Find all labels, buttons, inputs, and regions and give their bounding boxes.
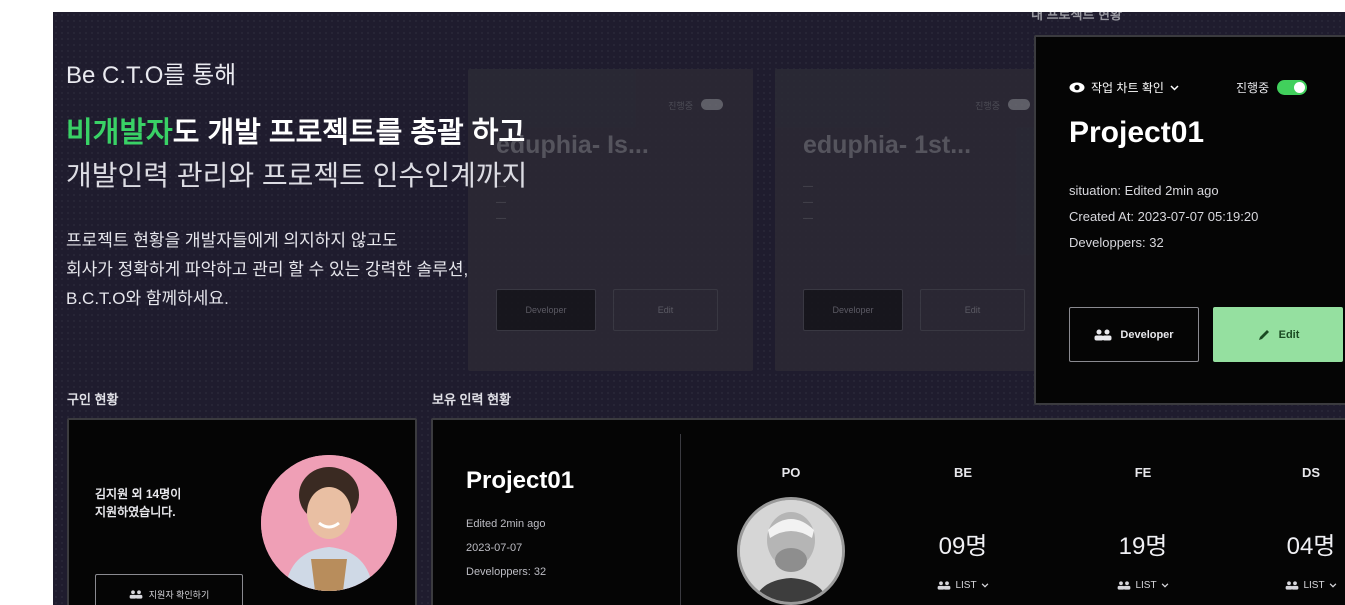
- project-meta: situation: Edited 2min ago Created At: 2…: [1069, 178, 1258, 256]
- ghost-toggle: [1008, 99, 1030, 110]
- hero-description: 프로젝트 현황을 개발자들에게 의지하지 않고도 회사가 정확하게 파악하고 관…: [66, 226, 468, 313]
- project-title: Project01: [1069, 116, 1205, 149]
- role-head-be: BE: [953, 465, 973, 480]
- toggle-switch[interactable]: [1277, 80, 1308, 95]
- recruit-card: 김지원 외 14명이 지원하였습니다. 지원자 확인하기: [67, 418, 417, 605]
- eye-icon: [1069, 82, 1085, 93]
- ds-list-dropdown[interactable]: LIST: [1261, 580, 1345, 591]
- people-icon: [1286, 581, 1299, 590]
- landing-hero: 진행중 eduphia- Is... — — — Developer Edit 진행…: [53, 12, 1345, 605]
- role-head-po: PO: [781, 465, 801, 480]
- ds-count: 04명: [1286, 533, 1336, 560]
- staff-project-meta: Edited 2min ago 2023-07-07 Developpers: …: [466, 512, 546, 584]
- staff-divider: [680, 434, 681, 605]
- view-chart-toggle[interactable]: 작업 차트 확인: [1069, 79, 1179, 96]
- developer-button[interactable]: Developer: [1069, 307, 1199, 362]
- ghost-card-title: eduphia- 1st...: [803, 131, 972, 159]
- check-applicants-label: 지원자 확인하기: [148, 589, 210, 600]
- project-panel-label: 내 프로젝트 현황: [1031, 12, 1122, 22]
- person-photo-icon: [261, 455, 397, 591]
- chevron-down-icon: [1170, 84, 1179, 91]
- people-icon: [1118, 581, 1131, 590]
- role-head-ds: DS: [1301, 465, 1321, 480]
- pencil-icon: [1258, 329, 1269, 340]
- hero-title-rest: 도 개발 프로젝트를 총괄 하고: [172, 117, 526, 149]
- hero-second-line: 개발인력 관리와 프로젝트 인수인계까지: [66, 160, 528, 191]
- ghost-edit-button: Edit: [920, 289, 1025, 331]
- fe-list-dropdown[interactable]: LIST: [1093, 580, 1193, 591]
- fe-list-label: LIST: [1135, 580, 1157, 591]
- ghost-developer-button: Developer: [496, 289, 596, 331]
- po-avatar: [737, 497, 845, 605]
- people-icon: [938, 581, 951, 590]
- staff-edited: Edited 2min ago: [466, 518, 546, 530]
- hero-desc-line: B.C.T.O와 함께하세요.: [66, 289, 229, 308]
- ghost-project-card: 진행중 eduphia- 1st... — — — Developer Edit: [775, 69, 1060, 371]
- chevron-down-icon: [1161, 583, 1168, 588]
- edit-button[interactable]: Edit: [1213, 307, 1343, 362]
- staff-developers: Developpers: 32: [466, 566, 547, 578]
- hero-subtitle: Be C.T.O를 통해: [66, 62, 237, 89]
- ghost-status-label: 진행중: [975, 101, 1000, 111]
- role-head-fe: FE: [1134, 465, 1152, 480]
- applicant-avatar: [261, 455, 397, 591]
- person-photo-icon: [740, 500, 842, 602]
- chevron-down-icon: [981, 583, 988, 588]
- fe-count: 19명: [1118, 533, 1168, 560]
- project-card: 작업 차트 확인 진행중 Project01 situation: Edited…: [1034, 35, 1345, 405]
- staff-section-label: 보유 인력 현황: [432, 392, 511, 407]
- be-list-label: LIST: [955, 580, 977, 591]
- be-list-dropdown[interactable]: LIST: [913, 580, 1013, 591]
- ghost-status-label: 진행중: [668, 101, 693, 111]
- hero-title-accent: 비개발자: [66, 117, 173, 149]
- recruit-line: 김지원 외 14명이: [95, 487, 182, 501]
- staff-card: Project01 Edited 2min ago 2023-07-07 Dev…: [431, 418, 1345, 605]
- hero-desc-line: 회사가 정확하게 파악하고 관리 할 수 있는 강력한 솔루션,: [66, 260, 469, 279]
- edit-button-label: Edit: [1278, 328, 1300, 341]
- ghost-toggle: [701, 99, 723, 110]
- project-situation: situation: Edited 2min ago: [1069, 183, 1219, 198]
- hero-title: 비개발자도 개발 프로젝트를 총괄 하고: [66, 109, 525, 151]
- people-icon: [129, 589, 143, 599]
- project-developers: Developpers: 32: [1069, 235, 1164, 250]
- chevron-down-icon: [1329, 583, 1336, 588]
- status-toggle[interactable]: 진행중: [1236, 79, 1308, 96]
- status-label: 진행중: [1236, 81, 1270, 95]
- recruit-message: 김지원 외 14명이 지원하였습니다.: [95, 485, 181, 521]
- recruit-line: 지원하였습니다.: [95, 505, 176, 519]
- hero-desc-line: 프로젝트 현황을 개발자들에게 의지하지 않고도: [66, 231, 398, 250]
- view-chart-label: 작업 차트 확인: [1091, 81, 1164, 95]
- ghost-card-meta: — — —: [803, 181, 813, 224]
- check-applicants-button[interactable]: 지원자 확인하기: [95, 574, 243, 605]
- be-count: 09명: [938, 533, 988, 560]
- people-icon: [1094, 329, 1112, 340]
- project-created: Created At: 2023-07-07 05:19:20: [1069, 209, 1259, 224]
- staff-date: 2023-07-07: [466, 542, 523, 554]
- recruit-section-label: 구인 현황: [67, 392, 119, 407]
- ds-list-label: LIST: [1303, 580, 1325, 591]
- ghost-developer-button: Developer: [803, 289, 903, 331]
- staff-project-title: Project01: [466, 467, 575, 494]
- ghost-edit-button: Edit: [613, 289, 718, 331]
- developer-button-label: Developer: [1120, 328, 1174, 341]
